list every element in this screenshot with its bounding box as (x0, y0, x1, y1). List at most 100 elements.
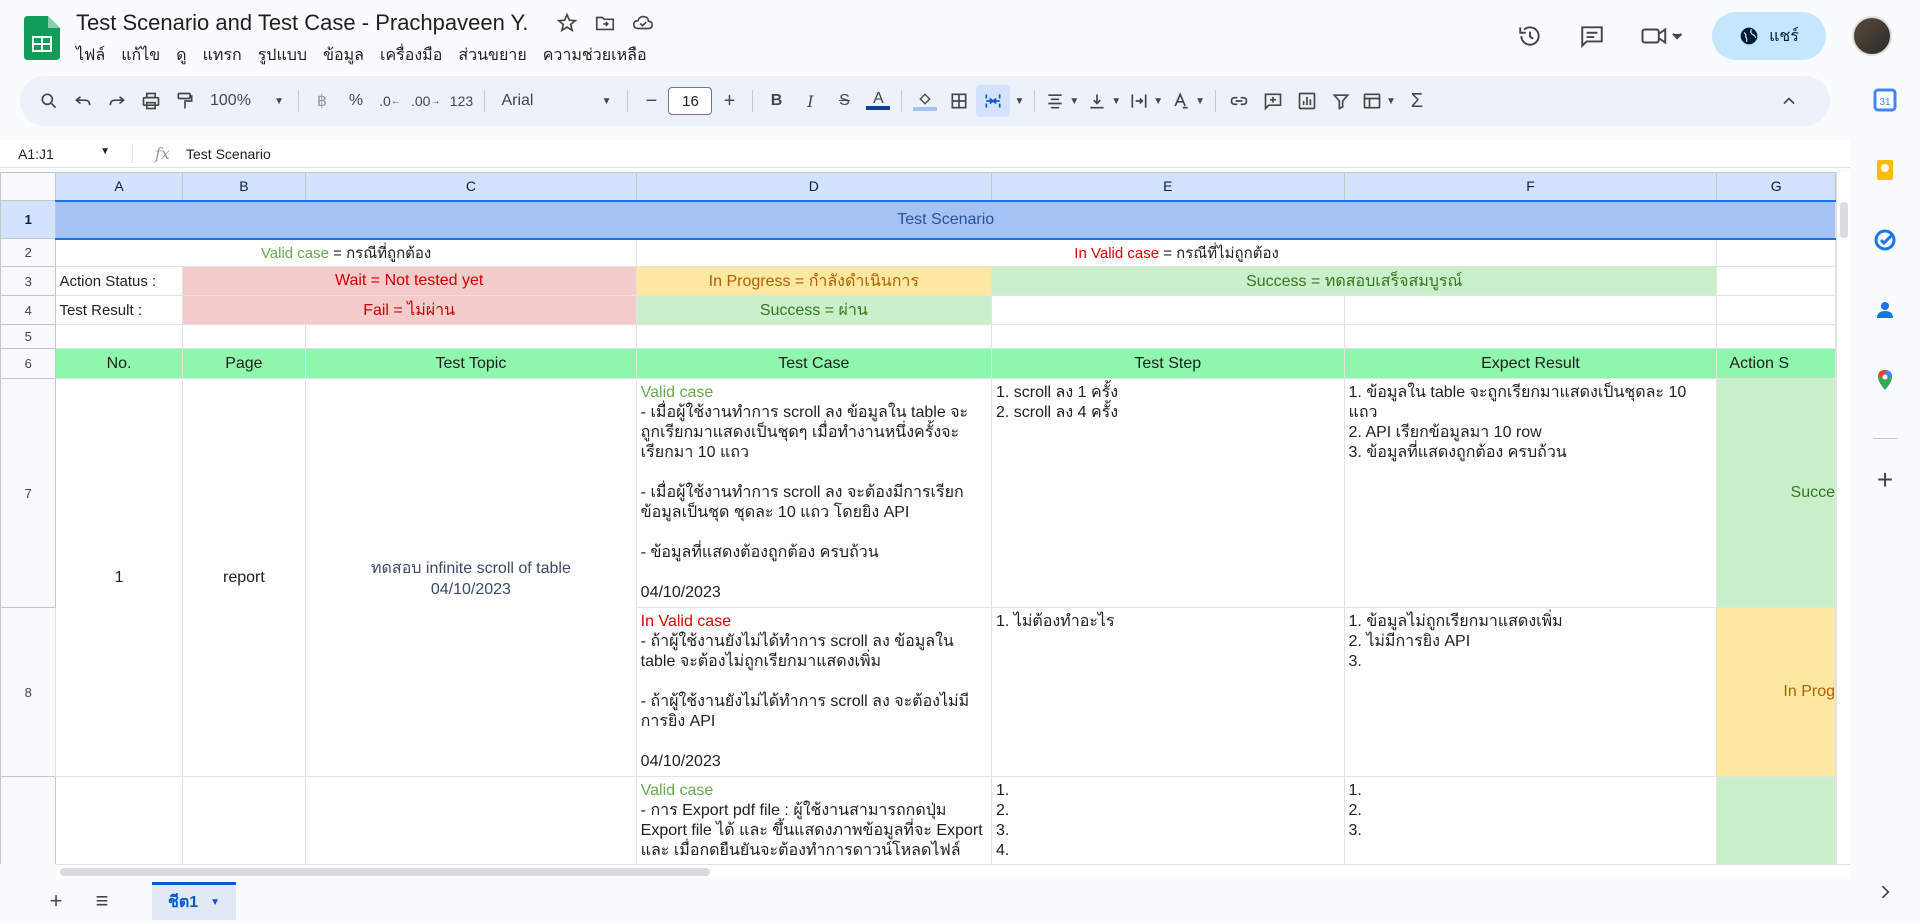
cell[interactable] (990, 295, 1345, 325)
redo-icon[interactable] (100, 85, 134, 117)
row-header-2[interactable]: 2 (0, 238, 57, 267)
document-title[interactable]: Test Scenario and Test Case - Prachpavee… (76, 10, 529, 36)
expect-result-cell[interactable]: 1. 2. 3. (1343, 776, 1718, 864)
action-status-label[interactable]: Action Status : (55, 266, 183, 296)
text-color-button[interactable]: A (861, 85, 895, 117)
account-avatar[interactable] (1852, 16, 1892, 56)
comments-icon[interactable] (1572, 16, 1612, 56)
insert-chart-icon[interactable] (1290, 85, 1324, 117)
sheets-logo-icon[interactable] (24, 16, 60, 60)
paint-format-icon[interactable] (168, 85, 202, 117)
text-wrap-icon[interactable]: ▼ (1125, 85, 1167, 117)
success-result-cell[interactable]: Success = ผ่าน (635, 295, 992, 325)
version-history-icon[interactable] (1510, 16, 1550, 56)
row-header-4[interactable]: 4 (0, 295, 57, 325)
header-page[interactable]: Page (181, 348, 307, 379)
cell[interactable] (1716, 266, 1836, 296)
test-step-cell[interactable]: 1. ไม่ต้องทำอะไร (990, 607, 1345, 777)
header-test-step[interactable]: Test Step (990, 348, 1345, 379)
expect-result-cell[interactable]: 1. ข้อมูลใน table จะถูกเรียกมาแสดงเป็นชุ… (1343, 378, 1718, 608)
menu-edit[interactable]: แก้ไข (113, 41, 168, 70)
column-header-d[interactable]: D (635, 172, 992, 201)
row-header-3[interactable]: 3 (0, 266, 57, 296)
horizontal-align-icon[interactable]: ▼ (1041, 85, 1083, 117)
maps-icon[interactable] (1873, 368, 1897, 392)
increase-font-size-button[interactable]: + (712, 85, 746, 117)
all-sheets-icon[interactable]: ≡ (82, 883, 122, 919)
move-folder-icon[interactable] (590, 11, 620, 35)
column-header-e[interactable]: E (990, 172, 1345, 201)
title-cell[interactable]: Test Scenario (55, 199, 1836, 240)
horizontal-scroll-thumb[interactable] (60, 868, 710, 876)
menu-view[interactable]: ดู (168, 41, 194, 70)
font-select[interactable]: Arial ▼ (491, 85, 621, 117)
test-case-cell[interactable]: Valid case - การ Export pdf file : ผู้ใช… (635, 776, 992, 864)
cloud-saved-icon[interactable] (628, 11, 658, 35)
chevron-right-icon[interactable] (1873, 880, 1897, 904)
italic-button[interactable]: I (793, 85, 827, 117)
menu-tools[interactable]: เครื่องมือ (372, 41, 450, 70)
search-menus-icon[interactable] (32, 85, 66, 117)
font-size-input[interactable]: 16 (668, 87, 713, 115)
row-header-7[interactable]: 7 (0, 378, 57, 608)
cell[interactable] (1343, 324, 1718, 349)
menu-insert[interactable]: แทรก (195, 41, 250, 70)
filter-views-icon[interactable]: ▼ (1358, 85, 1400, 117)
test-topic-cell[interactable]: ทดสอบ infinite scroll of table 04/10/202… (305, 378, 637, 777)
case-number-cell[interactable]: 1 (55, 378, 183, 777)
cell[interactable] (1716, 238, 1836, 267)
percent-format-button[interactable]: % (339, 85, 373, 117)
fail-result-cell[interactable]: Fail = ไม่ผ่าน (181, 295, 637, 325)
row-header-8[interactable]: 8 (0, 607, 57, 777)
formula-input[interactable]: Test Scenario (186, 146, 271, 162)
decrease-decimal-button[interactable]: .0 ← (373, 85, 407, 117)
cell[interactable] (990, 324, 1345, 349)
share-button[interactable]: แชร์ (1712, 12, 1826, 60)
row-header-6[interactable]: 6 (0, 348, 57, 379)
insert-link-icon[interactable] (1222, 85, 1256, 117)
action-status-cell[interactable] (1716, 776, 1836, 864)
vertical-scroll-thumb[interactable] (1840, 202, 1848, 238)
menu-data[interactable]: ข้อมูล (315, 41, 372, 70)
header-test-case[interactable]: Test Case (635, 348, 992, 379)
valid-legend-cell[interactable]: Valid case = กรณีที่ถูกต้อง (55, 238, 637, 267)
more-formats-button[interactable]: 123 (444, 85, 478, 117)
star-icon[interactable] (552, 11, 582, 35)
select-all-corner[interactable] (0, 172, 57, 201)
print-icon[interactable] (134, 85, 168, 117)
spreadsheet-grid[interactable]: A B C D E F G 1 Test Scenario 2 Valid ca… (0, 172, 1836, 864)
action-status-in-progress-cell[interactable]: In Prog (1716, 607, 1836, 777)
tasks-icon[interactable] (1873, 228, 1897, 252)
name-box[interactable]: A1:J1 ▼ (0, 146, 120, 162)
test-result-label[interactable]: Test Result : (55, 295, 183, 325)
cell[interactable] (635, 324, 992, 349)
bold-button[interactable]: B (759, 85, 793, 117)
decrease-font-size-button[interactable]: − (634, 85, 668, 117)
menu-file[interactable]: ไฟล์ (68, 41, 113, 70)
column-header-g[interactable]: G (1716, 172, 1836, 201)
cell[interactable] (1716, 295, 1836, 325)
row-header-5[interactable]: 5 (0, 324, 57, 349)
menu-format[interactable]: รูปแบบ (250, 41, 315, 70)
header-no[interactable]: No. (55, 348, 183, 379)
test-step-cell[interactable]: 1. scroll ลง 1 ครั้ง 2. scroll ลง 4 ครั้… (990, 378, 1345, 608)
meet-video-icon[interactable] (1634, 16, 1690, 56)
cell[interactable] (181, 324, 307, 349)
contacts-icon[interactable] (1873, 298, 1897, 322)
text-rotation-icon[interactable]: ▼ (1167, 85, 1209, 117)
row-header-1[interactable]: 1 (0, 200, 57, 239)
insert-comment-icon[interactable] (1256, 85, 1290, 117)
add-sheet-icon[interactable]: + (36, 883, 76, 919)
cell[interactable] (181, 776, 307, 864)
zoom-select[interactable]: 100% ▼ (202, 85, 292, 117)
keep-icon[interactable] (1873, 158, 1897, 182)
header-test-topic[interactable]: Test Topic (305, 348, 637, 379)
borders-icon[interactable] (942, 85, 976, 117)
strikethrough-button[interactable]: S (827, 85, 861, 117)
cell[interactable] (55, 776, 183, 864)
calendar-icon[interactable]: 31 (1873, 88, 1897, 112)
header-action-status[interactable]: Action S (1716, 348, 1836, 379)
test-case-cell[interactable]: In Valid case - ถ้าผู้ใช้งานยังไม่ได้ทำก… (635, 607, 992, 777)
column-header-b[interactable]: B (181, 172, 307, 201)
chevron-down-icon[interactable]: ▼ (210, 897, 220, 908)
